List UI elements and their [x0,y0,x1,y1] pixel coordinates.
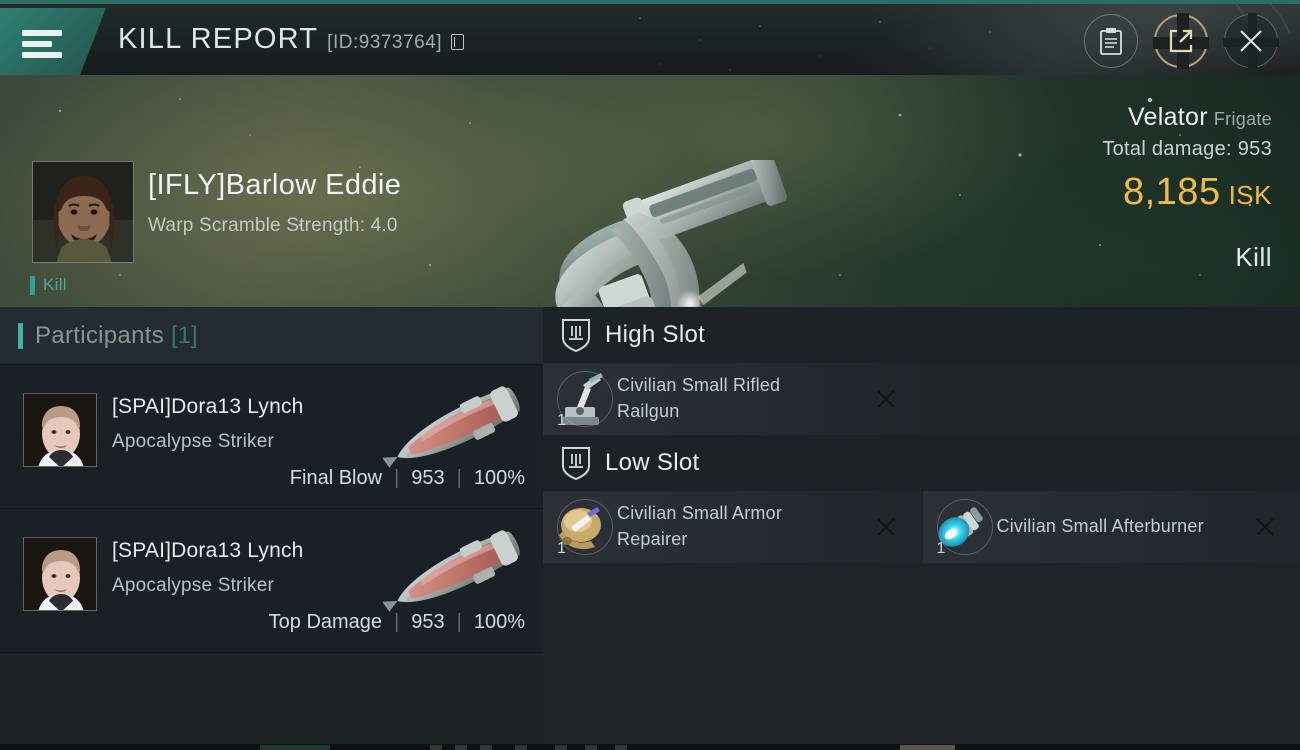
remove-module-button[interactable] [875,388,897,410]
clipboard-icon [1100,28,1122,55]
total-damage-row: Total damage: 953 [1102,138,1272,161]
remove-module-button[interactable] [1254,516,1276,538]
module-card[interactable]: Civilian Small Afterburner 1 [922,491,1300,563]
high-slot-modules: Civilian Small Rifled Railgun 1 [543,363,1300,435]
victim-name: [IFLY]Barlow Eddie [148,169,402,201]
sliver-segment [900,745,955,750]
high-slot-header: High Slot [543,307,1300,363]
module-card[interactable]: Civilian Small Armor Repairer 1 [543,491,921,563]
ship-name: Velator [1127,103,1208,131]
report-log-button[interactable] [1084,14,1138,68]
avatar [23,393,97,467]
stat-separator: | [394,467,400,489]
module-name: Civilian Small Rifled Railgun [617,375,781,421]
low-slot-modules: Civilian Small Armor Repairer 1 Civilian… [543,491,1300,563]
isk-unit: ISK [1228,180,1272,210]
module-quantity: 1 [936,540,946,557]
slot-shield-icon [562,319,590,352]
kill-value-summary: Velator Frigate Total damage: 953 8,185 IS… [1102,103,1272,273]
avatar-portrait [24,394,96,466]
avatar-portrait [33,162,133,262]
stat-separator: | [394,611,400,633]
module-quantity: 1 [557,540,566,557]
copy-icon[interactable] [450,34,464,50]
participant-percent: 100% [473,611,525,633]
low-slot-label: Low Slot [605,449,700,476]
participant-ship-render [382,530,520,612]
victim-ship-render [537,160,788,307]
avatar [23,537,97,611]
sliver-segment [260,745,330,750]
module-name: Civilian Small Afterburner [996,516,1204,537]
section-accent-bar [18,322,23,349]
page-title-text: KILL REPORT [118,23,319,55]
sliver-segment [585,745,597,750]
victim-stat: Warp Scramble Strength: 4.0 [148,215,398,236]
isk-value: 8,185 [1122,171,1221,213]
kill-report-window: KILL REPORT [ID:9373764] [IFLY]Barlow Ed… [0,0,1300,750]
module-name: Civilian Small Armor Repairer [617,503,783,549]
participants-title: Participants [35,321,164,349]
participant-ship-render [382,386,520,468]
module-icon-wrap [923,491,997,563]
module-icon-wrap [543,363,617,435]
title-bar: KILL REPORT [ID:9373764] [0,0,1300,75]
header-actions [1084,13,1279,69]
kill-result-label: Kill [1235,242,1272,272]
slot-shield-icon [562,447,590,480]
sliver-segment [515,745,527,750]
remove-module-button[interactable] [875,516,897,538]
participant-name: [SPAI]Dora13 Lynch [112,395,304,418]
kill-status-label: Kill [43,275,67,294]
participant-name: [SPAI]Dora13 Lynch [112,539,304,562]
kill-status-badge: Kill [30,275,67,295]
participant-row[interactable]: [SPAI]Dora13 Lynch Apocalypse Striker To… [0,509,543,653]
sliver-segment [455,745,467,750]
fitting-panel: High Slot Civilian Small Rifled Railgun … [543,307,1300,750]
victim-summary-panel: [IFLY]Barlow Eddie Warp Scramble Strengt… [0,75,1300,307]
total-damage-value: 953 [1237,138,1272,160]
participant-damage: 953 [411,611,445,633]
participant-row[interactable]: [SPAI]Dora13 Lynch Apocalypse Striker Fi… [0,365,543,509]
background-ui-sliver [0,744,1300,750]
close-button[interactable] [1223,13,1279,69]
participant-role: Final Blow [289,467,383,489]
share-button[interactable] [1153,13,1209,69]
participant-damage: 953 [411,467,445,489]
share-external-icon [1169,29,1193,53]
participant-role: Top Damage [268,611,383,633]
participants-count: [1] [171,321,198,349]
avatar-portrait [24,538,96,610]
module-card[interactable]: Civilian Small Rifled Railgun 1 [543,363,921,435]
participants-panel: Participants [1] [SPAI]Dora13 Lynch Apoc… [0,307,543,750]
participant-stats: Top Damage | 953 | 100% [269,611,525,634]
isk-value-row: 8,185 ISK [1102,171,1272,214]
ship-name-row: Velator Frigate [1102,103,1272,132]
sliver-segment [615,745,627,750]
sliver-segment [480,745,492,750]
sliver-segment [555,745,567,750]
victim-avatar[interactable] [32,161,134,263]
sliver-segment [430,745,442,750]
module-quantity: 1 [557,412,566,429]
participants-header: Participants [1] [0,307,543,365]
report-id: [ID:9373764] [327,32,442,53]
module-icon-wrap [543,491,617,563]
low-slot-header: Low Slot [543,435,1300,491]
stat-separator: | [456,467,462,489]
report-body: Participants [1] [SPAI]Dora13 Lynch Apoc… [0,307,1300,750]
hamburger-icon [22,29,62,58]
participant-ship: Apocalypse Striker [112,431,275,452]
high-slot-label: High Slot [605,321,706,348]
ship-class: Frigate [1213,109,1272,129]
close-icon [1240,30,1262,52]
status-accent-bar [30,275,35,295]
participant-ship: Apocalypse Striker [112,575,275,596]
participant-stats: Final Blow | 953 | 100% [290,467,525,490]
stat-separator: | [456,611,462,633]
total-damage-label: Total damage: [1102,138,1232,160]
participant-percent: 100% [473,467,525,489]
page-title: KILL REPORT [ID:9373764] [118,23,464,56]
